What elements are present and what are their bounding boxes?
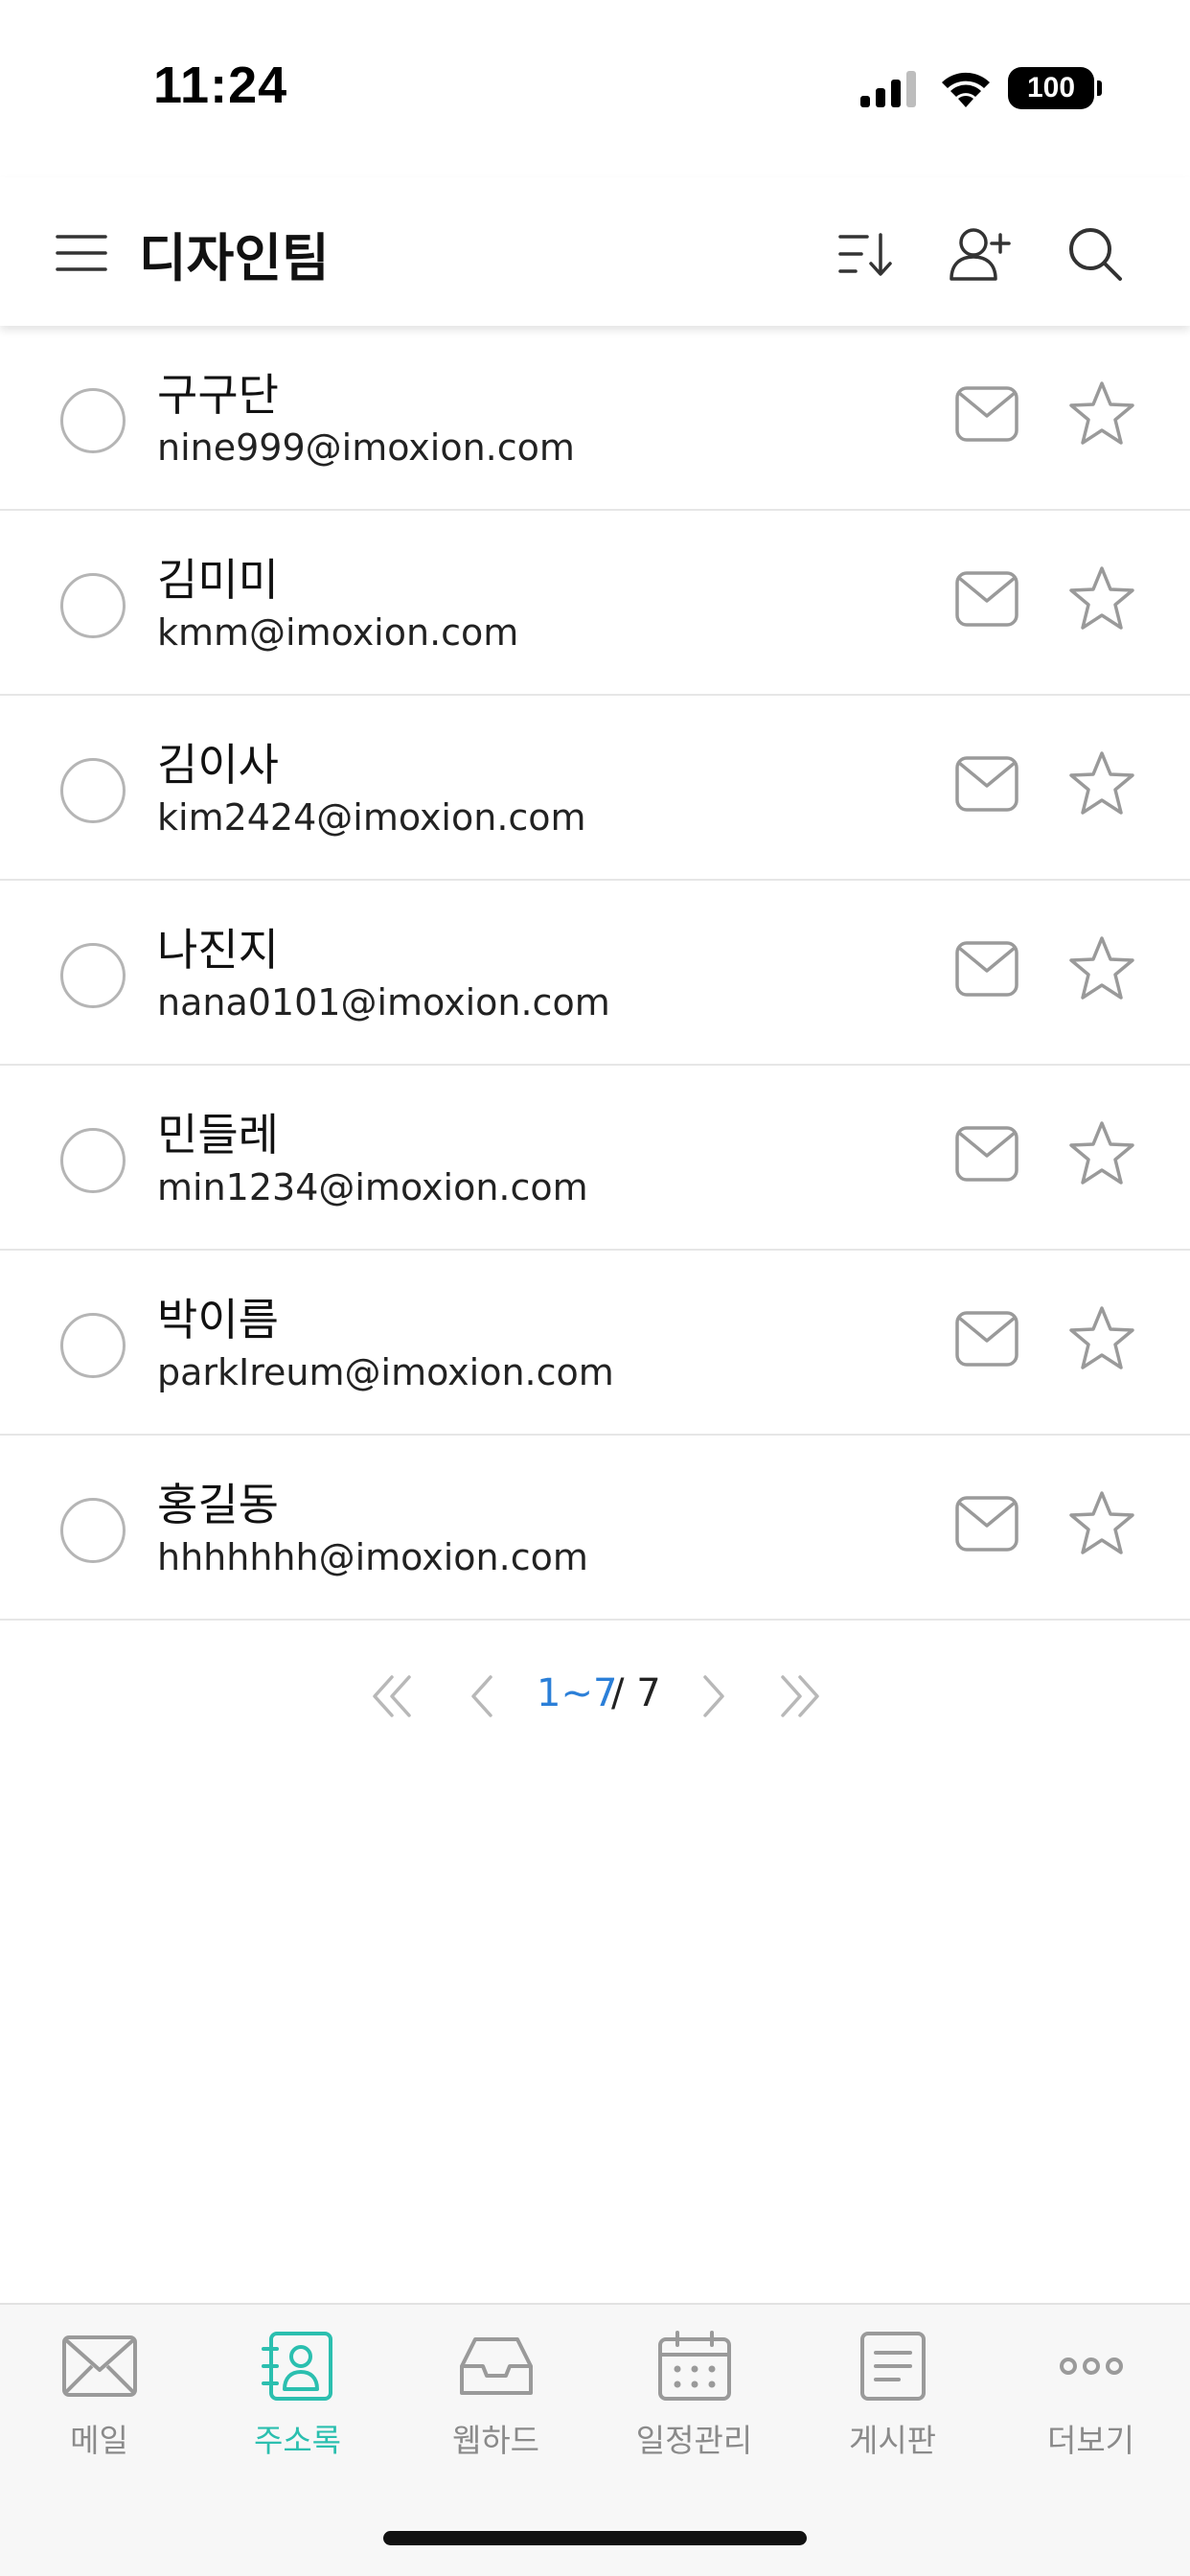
sort-button[interactable] [827, 216, 904, 292]
tab-label: 일정관리 [635, 2422, 753, 2459]
tab-mail[interactable]: 메일 [0, 2305, 198, 2477]
contact-row[interactable]: 구구단 nine999@imoxion.com [0, 326, 1190, 511]
app-header: 디자인팀 [0, 177, 1190, 326]
battery-icon: 100 [1008, 67, 1102, 109]
contact-row[interactable]: 김미미 kmm@imoxion.com [0, 511, 1190, 696]
status-icons: 100 [858, 65, 1102, 111]
tab-calendar[interactable]: 일정관리 [595, 2305, 793, 2477]
total-pages: / 7 [611, 1671, 661, 1715]
mail-icon[interactable] [954, 940, 1019, 998]
contacts-icon [261, 2332, 332, 2401]
star-icon[interactable] [1067, 1304, 1136, 1373]
contact-name: 민들레 [157, 1109, 279, 1161]
select-radio[interactable] [60, 1498, 126, 1563]
contact-row[interactable]: 박이름 parkIreum@imoxion.com [0, 1251, 1190, 1436]
tab-contacts[interactable]: 주소록 [198, 2305, 397, 2477]
mail-icon[interactable] [954, 385, 1019, 443]
contact-email: hhhhhhh@imoxion.com [157, 1536, 588, 1578]
tab-webhard[interactable]: 웹하드 [397, 2305, 595, 2477]
tab-label: 더보기 [1046, 2422, 1135, 2459]
menu-icon [56, 235, 107, 271]
tab-more[interactable]: 더보기 [992, 2305, 1190, 2477]
add-contact-icon [950, 228, 1011, 281]
status-time: 11:24 [153, 57, 288, 114]
contact-row[interactable]: 민들레 min1234@imoxion.com [0, 1066, 1190, 1251]
contact-list: 구구단 nine999@imoxion.com 김미미 kmm@imoxion.… [0, 326, 1190, 1621]
double-chevron-right-icon [781, 1675, 819, 1717]
mail-icon[interactable] [954, 1310, 1019, 1368]
sort-icon [838, 233, 892, 276]
select-radio[interactable] [60, 1313, 126, 1378]
tab-board[interactable]: 게시판 [793, 2305, 992, 2477]
tab-label: 웹하드 [451, 2422, 540, 2459]
contact-email: min1234@imoxion.com [157, 1166, 588, 1208]
chevron-left-icon [471, 1675, 492, 1717]
chevron-right-icon [703, 1675, 724, 1717]
contact-email: kim2424@imoxion.com [157, 796, 586, 839]
select-radio[interactable] [60, 573, 126, 638]
contact-row[interactable]: 나진지 nana0101@imoxion.com [0, 881, 1190, 1066]
select-radio[interactable] [60, 388, 126, 453]
mail-icon [61, 2335, 137, 2397]
star-icon[interactable] [1067, 749, 1136, 818]
inbox-tray-icon [459, 2337, 533, 2395]
board-icon [859, 2332, 926, 2401]
search-button[interactable] [1057, 216, 1133, 292]
more-icon [1059, 2358, 1123, 2375]
calendar-icon [657, 2331, 731, 2401]
current-page-range: 1~7 [537, 1671, 618, 1715]
contact-name: 구구단 [157, 369, 279, 421]
status-bar: 11:24 100 [0, 0, 1190, 177]
mail-icon[interactable] [954, 755, 1019, 813]
contact-email: nana0101@imoxion.com [157, 981, 610, 1024]
contact-name: 김이사 [157, 739, 279, 791]
contact-name: 홍길동 [157, 1479, 279, 1530]
tab-label: 주소록 [253, 2422, 342, 2459]
contact-email: nine999@imoxion.com [157, 426, 575, 469]
contact-row[interactable]: 김이사 kim2424@imoxion.com [0, 696, 1190, 881]
star-icon[interactable] [1067, 380, 1136, 448]
wifi-icon [942, 72, 990, 107]
pagination: 1~7 / 7 [0, 1658, 1190, 1735]
contact-name: 나진지 [157, 924, 279, 976]
mail-icon[interactable] [954, 570, 1019, 628]
star-icon[interactable] [1067, 934, 1136, 1003]
contact-row[interactable]: 홍길동 hhhhhhh@imoxion.com [0, 1436, 1190, 1621]
star-icon[interactable] [1067, 1119, 1136, 1188]
double-chevron-left-icon [373, 1675, 411, 1717]
contact-name: 박이름 [157, 1294, 279, 1346]
next-page-button[interactable] [684, 1666, 742, 1727]
first-page-button[interactable] [364, 1666, 422, 1727]
add-contact-button[interactable] [942, 216, 1018, 292]
page-title: 디자인팀 [139, 228, 330, 288]
menu-button[interactable] [50, 221, 113, 285]
tab-label: 게시판 [848, 2422, 937, 2459]
contacts-screen: 11:24 100 디자인팀 구구단 nine999@imoxion.com 김… [0, 0, 1190, 2576]
mail-icon[interactable] [954, 1495, 1019, 1552]
select-radio[interactable] [60, 1128, 126, 1193]
home-indicator[interactable] [383, 2531, 807, 2545]
tab-label: 메일 [70, 2422, 128, 2459]
star-icon[interactable] [1067, 1489, 1136, 1558]
last-page-button[interactable] [770, 1666, 828, 1727]
select-radio[interactable] [60, 758, 126, 823]
contact-email: kmm@imoxion.com [157, 611, 519, 654]
prev-page-button[interactable] [454, 1666, 512, 1727]
star-icon[interactable] [1067, 564, 1136, 633]
cellular-signal-icon [860, 71, 916, 107]
search-icon [1069, 228, 1122, 281]
mail-icon[interactable] [954, 1125, 1019, 1183]
contact-name: 김미미 [157, 554, 279, 606]
contact-email: parkIreum@imoxion.com [157, 1351, 614, 1393]
select-radio[interactable] [60, 943, 126, 1008]
